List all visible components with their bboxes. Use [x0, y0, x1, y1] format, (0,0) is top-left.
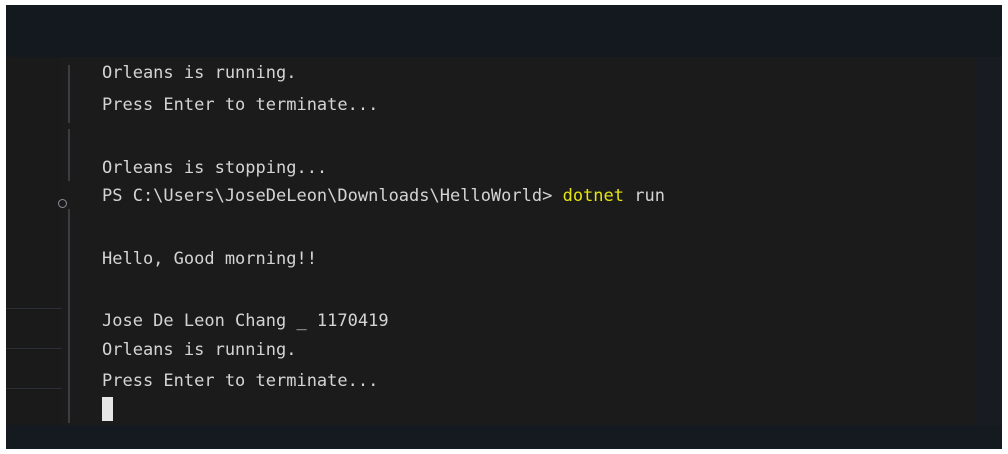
output-line: Press Enter to terminate...	[102, 95, 379, 115]
command-status-icon[interactable]	[58, 199, 67, 208]
output-line: Orleans is running.	[102, 63, 297, 83]
command-gutter-line	[68, 209, 70, 423]
output-line: Orleans is running.	[102, 340, 297, 360]
output-line: Jose De Leon Chang _ 1170419	[102, 311, 389, 331]
prompt-command: dotnet	[562, 186, 624, 206]
command-gutter-line	[68, 65, 70, 123]
prompt-args: run	[624, 186, 665, 206]
terminal-panel[interactable]: Orleans is running. Press Enter to termi…	[6, 57, 976, 425]
terminal-footer	[6, 425, 1002, 449]
pane-divider	[6, 348, 62, 349]
terminal-window: Orleans is running. Press Enter to termi…	[6, 5, 1002, 449]
terminal-cursor	[102, 397, 113, 421]
pane-divider	[6, 308, 62, 309]
prompt-line: PS C:\Users\JoseDeLeon\Downloads\HelloWo…	[102, 185, 665, 207]
output-line: Orleans is stopping...	[102, 158, 328, 178]
output-line: Press Enter to terminate...	[102, 371, 379, 391]
output-line: Hello, Good morning!!	[102, 249, 317, 269]
terminal-header	[6, 5, 1002, 57]
command-gutter-line	[68, 129, 70, 181]
pane-divider	[6, 388, 62, 389]
prompt-path: PS C:\Users\JoseDeLeon\Downloads\HelloWo…	[102, 186, 563, 206]
editor-side-pane	[6, 57, 62, 425]
